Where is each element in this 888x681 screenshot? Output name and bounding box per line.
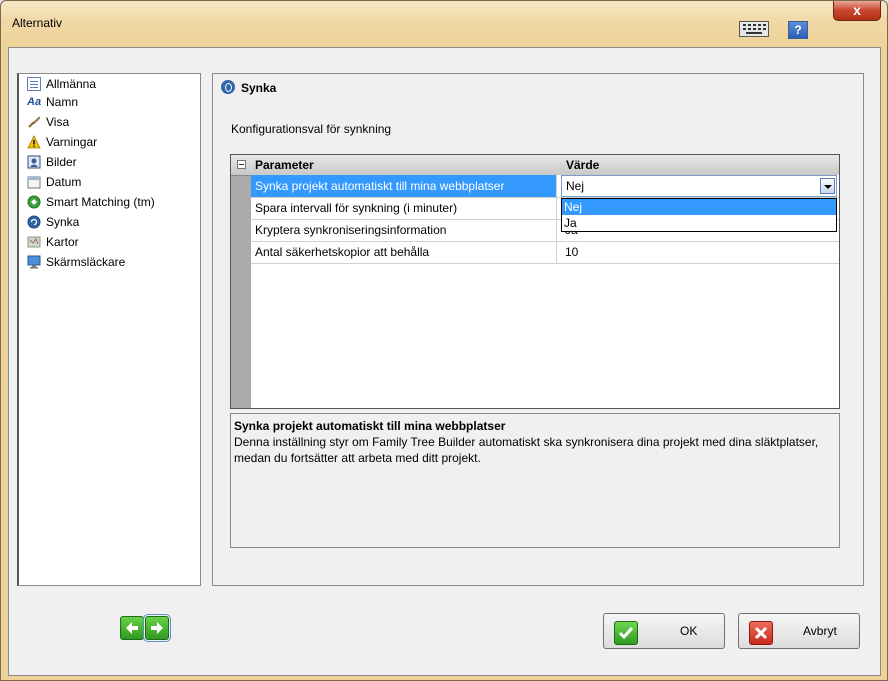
help-button[interactable]: ? — [788, 21, 808, 39]
ok-button[interactable]: OK — [603, 613, 725, 649]
sidebar-item-allmanna[interactable]: Allmänna — [27, 74, 96, 94]
combobox-value: Nej — [566, 179, 585, 193]
monitor-icon — [27, 255, 41, 269]
cancel-button[interactable]: Avbryt — [738, 613, 860, 649]
chevron-down-icon[interactable] — [820, 178, 835, 194]
keyboard-icon[interactable] — [739, 21, 769, 37]
sidebar-item-label: Namn — [46, 95, 79, 109]
sidebar-item-skarmslackare[interactable]: Skärmsläckare — [27, 252, 125, 272]
property-grid: Parameter Värde Synka projekt automatisk… — [230, 154, 840, 409]
grid-header: Parameter Värde — [231, 155, 839, 176]
collapse-toggle[interactable] — [237, 160, 246, 169]
sidebar-item-smart-matching[interactable]: Smart Matching (tm) — [27, 192, 155, 212]
sidebar-item-label: Synka — [46, 215, 80, 229]
table-row[interactable]: Synka projekt automatiskt till mina webb… — [251, 175, 839, 198]
close-button[interactable]: x — [833, 1, 881, 21]
column-header-value: Värde — [566, 158, 600, 172]
warning-icon — [27, 134, 41, 149]
general-icon — [27, 76, 41, 91]
sidebar-item-label: Datum — [46, 175, 82, 189]
text-icon: Aa — [27, 95, 42, 108]
description-title: Synka projekt automatiskt till mina webb… — [234, 419, 506, 433]
sidebar-item-label: Kartor — [46, 235, 79, 249]
value-dropdown-list: Nej Ja — [561, 198, 837, 232]
back-button[interactable] — [120, 616, 144, 640]
close-icon — [749, 621, 773, 645]
sidebar-item-label: Visa — [46, 115, 70, 129]
sidebar-item-label: Skärmsläckare — [46, 255, 126, 269]
dropdown-option[interactable]: Ja — [562, 215, 836, 231]
arrow-left-icon — [126, 622, 138, 634]
description-box: Synka projekt automatiskt till mina webb… — [230, 413, 840, 548]
arrow-right-icon — [151, 622, 163, 634]
parameter-cell[interactable]: Spara intervall för synkning (i minuter) — [251, 197, 557, 219]
sidebar-item-namn[interactable]: Aa Namn — [27, 92, 78, 112]
map-icon — [27, 235, 41, 249]
dialog-body: Allmänna Aa Namn Visa Varningar Bilder D… — [8, 47, 881, 676]
category-list: Allmänna Aa Namn Visa Varningar Bilder D… — [17, 73, 201, 586]
smart-matching-icon — [27, 195, 41, 209]
settings-panel: Synka Konfigurationsval för synkning Par… — [212, 73, 864, 586]
section-description: Konfigurationsval för synkning — [231, 122, 392, 136]
forward-button[interactable] — [143, 614, 171, 642]
sidebar-item-synka[interactable]: Synka — [27, 212, 79, 232]
sidebar-item-bilder[interactable]: Bilder — [27, 152, 77, 172]
options-window: Alternativ ? x Allmänna Aa Namn Visa Var… — [0, 0, 888, 681]
brush-icon — [27, 115, 41, 129]
table-row[interactable]: Antal säkerhetskopior att behålla 10 — [251, 241, 839, 264]
checkmark-icon — [614, 621, 638, 645]
sidebar-item-label: Varningar — [46, 135, 98, 149]
sidebar-item-visa[interactable]: Visa — [27, 112, 69, 132]
description-text: Denna inställning styr om Family Tree Bu… — [234, 435, 819, 465]
cancel-label: Avbryt — [803, 624, 837, 638]
sync-icon — [221, 80, 235, 94]
sidebar-item-label: Allmänna — [46, 77, 97, 91]
sidebar-item-label: Bilder — [46, 155, 77, 169]
sidebar-item-datum[interactable]: Datum — [27, 172, 81, 192]
picture-icon — [27, 155, 41, 169]
section-title: Synka — [241, 81, 277, 95]
sync-icon — [27, 215, 41, 229]
dropdown-option[interactable]: Nej — [562, 199, 836, 215]
window-title: Alternativ — [12, 16, 63, 30]
ok-label: OK — [680, 624, 698, 638]
value-cell[interactable]: 10 — [561, 241, 839, 263]
parameter-cell[interactable]: Antal säkerhetskopior att behålla — [251, 241, 557, 263]
sidebar-item-label: Smart Matching (tm) — [46, 195, 155, 209]
parameter-cell[interactable]: Kryptera synkroniseringsinformation — [251, 219, 557, 241]
value-combobox[interactable]: Nej — [561, 175, 837, 197]
sidebar-item-kartor[interactable]: Kartor — [27, 232, 79, 252]
calendar-icon — [27, 175, 41, 189]
column-header-parameter: Parameter — [255, 158, 314, 172]
parameter-cell[interactable]: Synka projekt automatiskt till mina webb… — [251, 175, 557, 197]
title-bar: Alternativ ? x — [1, 1, 887, 47]
sidebar-item-varningar[interactable]: Varningar — [27, 132, 97, 152]
